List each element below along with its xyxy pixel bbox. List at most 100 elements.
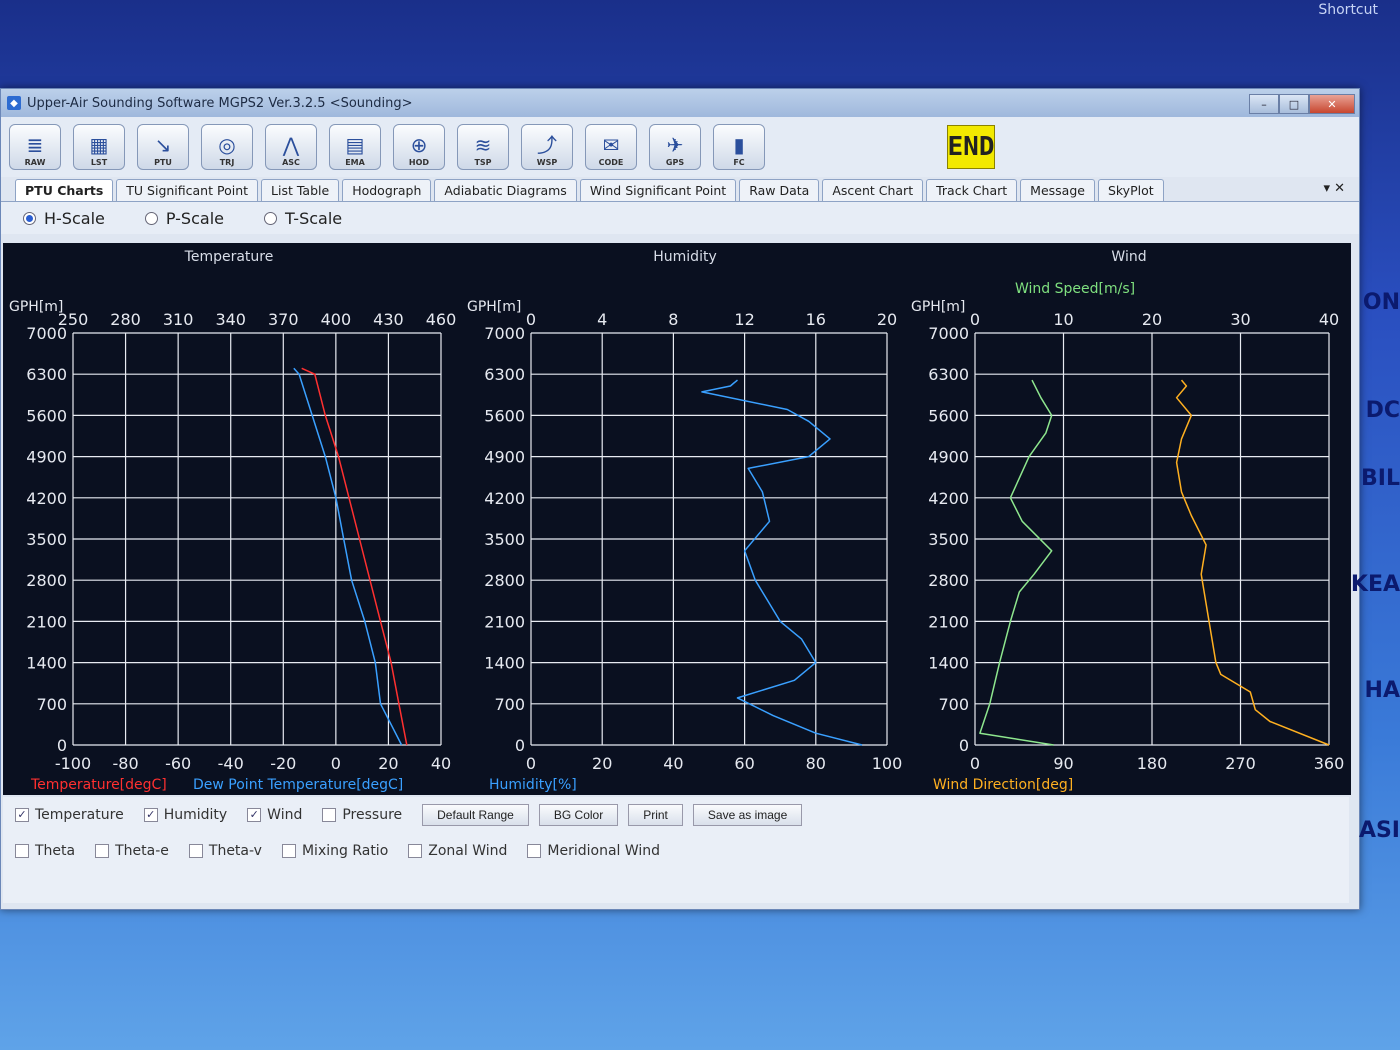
tab-wind-significant-point[interactable]: Wind Significant Point xyxy=(579,179,737,201)
checkbox-icon[interactable] xyxy=(322,808,337,822)
tsp-icon: ≋ xyxy=(474,133,492,157)
checkbox-icon[interactable]: ✓ xyxy=(15,808,29,822)
checkbox-icon[interactable]: ✓ xyxy=(247,808,262,822)
top-tick-label: 340 xyxy=(215,310,246,329)
tab-raw-data[interactable]: Raw Data xyxy=(739,179,820,201)
checkbox-icon[interactable]: ✓ xyxy=(143,808,158,822)
checkbox-icon[interactable] xyxy=(408,844,423,858)
bottom-tick-label: -60 xyxy=(165,754,191,773)
y-tick-label: 4900 xyxy=(26,448,67,467)
toolbar-button-label: RAW xyxy=(24,158,46,167)
tab-skyplot[interactable]: SkyPlot xyxy=(1097,179,1164,201)
series-line-2-0 xyxy=(979,379,1054,746)
checkbox-icon[interactable] xyxy=(527,844,542,858)
toolbar-raw-button[interactable]: ≣ RAW xyxy=(9,124,61,170)
option-humidity[interactable]: ✓ Humidity xyxy=(143,807,227,823)
bottom-tick-label: -80 xyxy=(113,754,139,773)
radio-icon[interactable] xyxy=(23,211,36,225)
y-tick-label: 4200 xyxy=(26,489,67,508)
series-line-0-1 xyxy=(293,367,403,746)
option-theta-v[interactable]: Theta-v xyxy=(188,843,262,859)
option-pressure[interactable]: Pressure xyxy=(322,807,402,823)
checkbox-icon[interactable] xyxy=(188,844,203,858)
checkbox-label: Wind xyxy=(267,807,303,823)
toolbar-tsp-button[interactable]: ≋ TSP xyxy=(457,124,509,170)
tab-ascent-chart[interactable]: Ascent Chart xyxy=(822,179,924,201)
scale-h-scale[interactable]: H-Scale xyxy=(23,209,105,228)
y-axis-label: GPH[m] xyxy=(9,299,63,315)
radio-icon[interactable] xyxy=(263,211,277,225)
y-tick-label: 5600 xyxy=(26,406,67,425)
y-tick-label: 6300 xyxy=(484,365,525,384)
toolbar-lst-button[interactable]: ▦ LST xyxy=(73,124,125,170)
option-mixing-ratio[interactable]: Mixing Ratio xyxy=(281,843,388,859)
top-tick-label: 4 xyxy=(597,310,607,329)
y-tick-label: 2100 xyxy=(928,612,969,631)
toolbar-hod-button[interactable]: ⊕ HOD xyxy=(393,124,445,170)
close-button[interactable]: ✕ xyxy=(1309,94,1355,114)
bottom-tick-label: -100 xyxy=(55,754,91,773)
tab-adiabatic-diagrams[interactable]: Adiabatic Diagrams xyxy=(434,179,577,201)
option-theta-e[interactable]: Theta-e xyxy=(95,843,169,859)
bottom-tick-label: -40 xyxy=(218,754,244,773)
charts-svg: TemperatureGPH[m]07001400210028003500420… xyxy=(9,249,1344,793)
save-as-image-button[interactable]: Save as image xyxy=(692,804,803,826)
tab-ptu-charts[interactable]: PTU Charts xyxy=(15,179,114,201)
checkbox-label: Zonal Wind xyxy=(428,843,508,859)
checkbox-icon[interactable] xyxy=(95,844,110,858)
toolbar-button-label: EMA xyxy=(345,158,365,167)
top-tick-label: 280 xyxy=(110,310,141,329)
toolbar-fc-button[interactable]: ▮ FC xyxy=(713,124,765,170)
desktop-edge-text: ON xyxy=(1362,290,1400,315)
toolbar-asc-button[interactable]: ⋀ ASC xyxy=(265,124,317,170)
title-bar[interactable]: ◆ Upper-Air Sounding Software MGPS2 Ver.… xyxy=(1,89,1359,117)
series-line-2-1 xyxy=(1175,379,1330,746)
checkbox-icon[interactable] xyxy=(15,844,29,858)
maximize-button[interactable]: □ xyxy=(1279,94,1309,114)
option-zonal-wind[interactable]: Zonal Wind xyxy=(408,843,507,859)
option-theta[interactable]: Theta xyxy=(15,843,75,859)
options-row-2: Theta Theta-e Theta-v Mixing Ratio Zonal Win… xyxy=(3,833,1349,869)
tab-tu-significant-point[interactable]: TU Significant Point xyxy=(116,179,259,201)
tab-hodograph[interactable]: Hodograph xyxy=(342,179,432,201)
default-range-button[interactable]: Default Range xyxy=(422,804,529,826)
y-tick-label: 7000 xyxy=(928,324,969,343)
option-wind[interactable]: ✓ Wind xyxy=(247,807,302,823)
top-tick-label: 460 xyxy=(426,310,457,329)
radio-icon[interactable] xyxy=(144,211,158,225)
series-line-1-0 xyxy=(701,379,863,746)
minimize-button[interactable]: – xyxy=(1249,94,1279,114)
bottom-tick-label: 20 xyxy=(592,754,612,773)
checkbox-label: Pressure xyxy=(342,807,403,823)
scale-t-scale[interactable]: T-Scale xyxy=(263,209,342,228)
checkbox-icon[interactable] xyxy=(281,844,296,858)
toolbar-trj-button[interactable]: ◎ TRJ xyxy=(201,124,253,170)
toolbar-code-button[interactable]: ✉ CODE xyxy=(585,124,637,170)
toolbar-ptu-button[interactable]: ↘ PTU xyxy=(137,124,189,170)
bottom-axis-label: Temperature[degC] xyxy=(30,777,167,793)
y-tick-label: 3500 xyxy=(484,530,525,549)
print-button[interactable]: Print xyxy=(628,804,683,826)
option-meridional-wind[interactable]: Meridional Wind xyxy=(527,843,660,859)
tab-tools[interactable]: ▾ ✕ xyxy=(1323,181,1345,196)
end-button[interactable]: END xyxy=(947,125,995,169)
tab-list-table[interactable]: List Table xyxy=(261,179,340,201)
option-temperature[interactable]: ✓ Temperature xyxy=(15,807,124,823)
toolbar-ema-button[interactable]: ▤ EMA xyxy=(329,124,381,170)
toolbar-wsp-button[interactable]: ⤴ WSP xyxy=(521,124,573,170)
bg-color-button[interactable]: BG Color xyxy=(538,804,619,826)
tab-message[interactable]: Message xyxy=(1020,179,1095,201)
main-window: ◆ Upper-Air Sounding Software MGPS2 Ver.… xyxy=(0,88,1360,910)
bottom-tick-label: 100 xyxy=(872,754,903,773)
top-axis-label: Wind Speed[m/s] xyxy=(1015,281,1135,297)
tab-track-chart[interactable]: Track Chart xyxy=(926,179,1018,201)
window-title: Upper-Air Sounding Software MGPS2 Ver.3.… xyxy=(27,95,413,111)
toolbar-gps-button[interactable]: ✈ GPS xyxy=(649,124,701,170)
scale-p-scale[interactable]: P-Scale xyxy=(144,209,224,228)
y-tick-label: 1400 xyxy=(928,654,969,673)
message-code-icon: ✉ xyxy=(602,133,620,157)
y-axis-label: GPH[m] xyxy=(911,299,965,315)
checkbox-label: Meridional Wind xyxy=(547,843,661,859)
y-tick-label: 6300 xyxy=(928,365,969,384)
desktop-shortcut-label: Shortcut xyxy=(1318,2,1378,18)
